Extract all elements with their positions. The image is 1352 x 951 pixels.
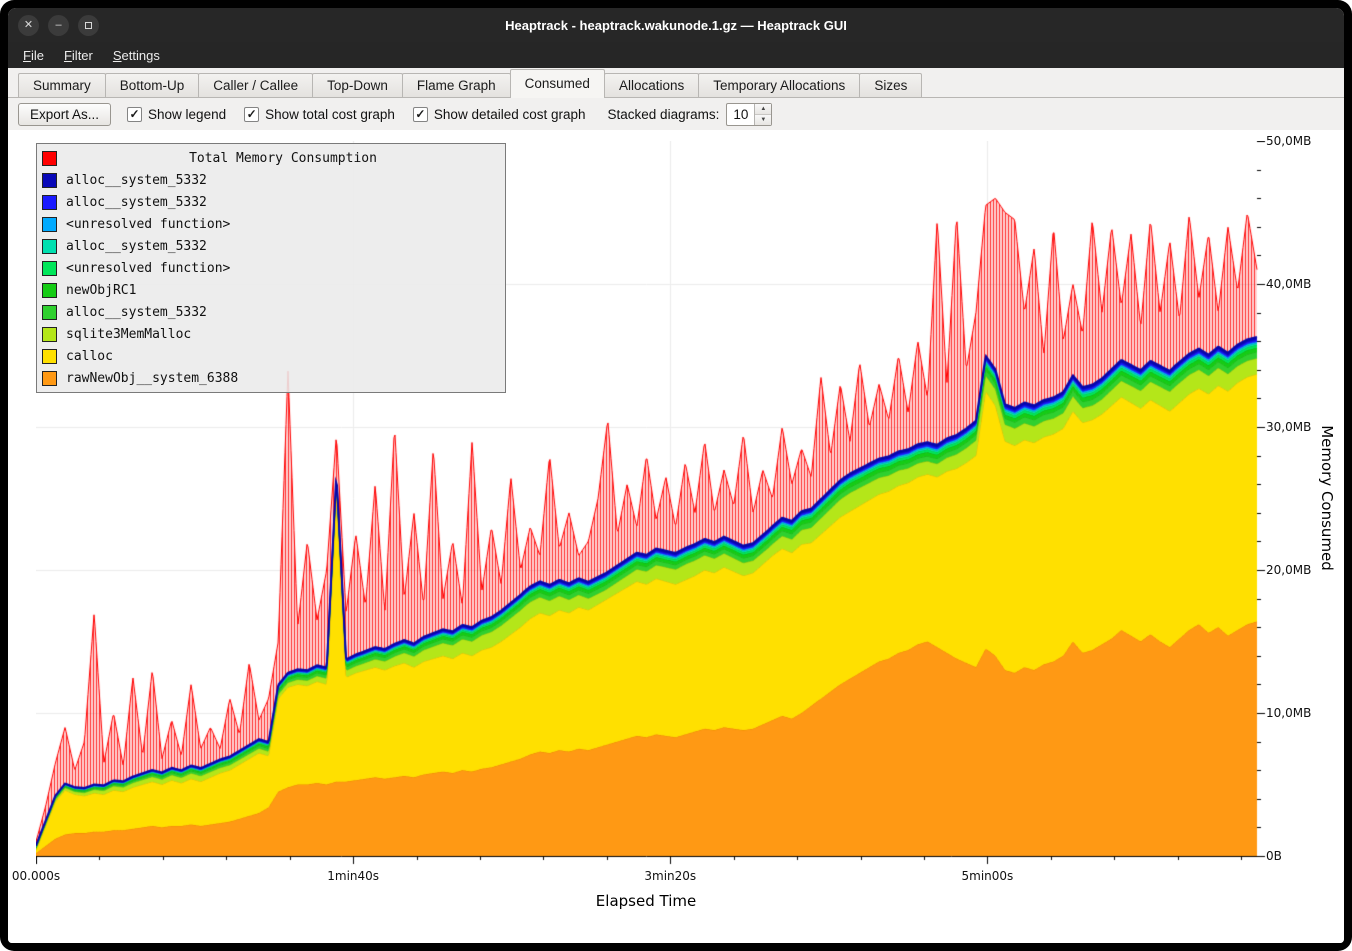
legend-title: Total Memory Consumption — [66, 151, 500, 166]
tab-bar: SummaryBottom-UpCaller / CalleeTop-DownF… — [8, 68, 1344, 98]
legend-label: newObjRC1 — [66, 283, 136, 298]
chart-legend: Total Memory Consumption alloc__system_53… — [36, 143, 506, 393]
y-tick-label: 40,0MB — [1266, 277, 1311, 291]
y-tick-label: 0B — [1266, 849, 1282, 863]
legend-label: alloc__system_5332 — [66, 173, 207, 188]
legend-label: sqlite3MemMalloc — [66, 327, 191, 342]
consumed-chart-panel: Total Memory Consumption alloc__system_53… — [8, 130, 1344, 943]
legend-item: alloc__system_5332 — [42, 169, 500, 191]
y-tick-label: 10,0MB — [1266, 706, 1311, 720]
legend-label: rawNewObj__system_6388 — [66, 371, 238, 386]
checkbox-label: Show legend — [148, 107, 226, 122]
x-tick-label: 00.000s — [12, 869, 60, 883]
spin-down-button[interactable]: ▼ — [755, 115, 771, 125]
legend-swatch — [42, 371, 57, 386]
legend-label: <unresolved function> — [66, 217, 230, 232]
tab-caller-callee[interactable]: Caller / Callee — [198, 73, 313, 98]
export-as-button[interactable]: Export As... — [18, 103, 111, 126]
legend-swatch — [42, 239, 57, 254]
menu-settings[interactable]: Settings — [104, 45, 169, 66]
legend-item: newObjRC1 — [42, 279, 500, 301]
checkbox-label: Show total cost graph — [265, 107, 395, 122]
tab-temporary-allocations[interactable]: Temporary Allocations — [698, 73, 860, 98]
toolbar: Export As... ✓ Show legend ✓ Show total cos… — [8, 98, 1344, 130]
legend-swatch — [42, 217, 57, 232]
title-bar: ✕– Heaptrack - heaptrack.wakunode.1.gz —… — [8, 8, 1344, 42]
checkbox-checked-icon[interactable]: ✓ — [127, 107, 142, 122]
maximize-icon — [85, 22, 92, 29]
legend-item: sqlite3MemMalloc — [42, 323, 500, 345]
checkbox-show-total-cost-graph[interactable]: ✓ Show total cost graph — [244, 107, 395, 122]
legend-label: calloc — [66, 349, 113, 364]
legend-item: alloc__system_5332 — [42, 235, 500, 257]
legend-item: <unresolved function> — [42, 213, 500, 235]
legend-item: alloc__system_5332 — [42, 191, 500, 213]
y-tick-label: 50,0MB — [1266, 134, 1311, 148]
legend-label: alloc__system_5332 — [66, 239, 207, 254]
menu-filter[interactable]: Filter — [55, 45, 102, 66]
close-icon: ✕ — [24, 20, 33, 31]
legend-swatch — [42, 261, 57, 276]
tab-summary[interactable]: Summary — [18, 73, 106, 98]
legend-label: alloc__system_5332 — [66, 195, 207, 210]
maximize-button[interactable] — [78, 15, 99, 36]
x-tick-label: 1min40s — [327, 869, 379, 883]
toolbar-checkboxes: ✓ Show legend ✓ Show total cost graph ✓ Show … — [127, 107, 586, 122]
menu-bar: FileFilterSettings — [8, 42, 1344, 68]
window-controls: ✕– — [18, 8, 99, 42]
checkbox-show-detailed-cost-graph[interactable]: ✓ Show detailed cost graph — [413, 107, 586, 122]
checkbox-checked-icon[interactable]: ✓ — [244, 107, 259, 122]
tab-allocations[interactable]: Allocations — [604, 73, 699, 98]
legend-label: alloc__system_5332 — [66, 305, 207, 320]
y-tick-label: 30,0MB — [1266, 420, 1311, 434]
tab-top-down[interactable]: Top-Down — [312, 73, 403, 98]
y-tick-label: 20,0MB — [1266, 563, 1311, 577]
legend-swatch — [42, 195, 57, 210]
stacked-diagrams-value[interactable]: 10 — [727, 104, 754, 125]
checkbox-label: Show detailed cost graph — [434, 107, 586, 122]
spin-buttons: ▲ ▼ — [754, 104, 771, 125]
y-axis-title: Memory Consumed — [1318, 425, 1336, 571]
legend-swatch — [42, 151, 57, 166]
spin-down-icon: ▼ — [760, 117, 766, 123]
stacked-diagrams-spinbox[interactable]: 10 ▲ ▼ — [726, 103, 772, 126]
legend-item: calloc — [42, 345, 500, 367]
tab-flame-graph[interactable]: Flame Graph — [402, 73, 511, 98]
legend-label: <unresolved function> — [66, 261, 230, 276]
x-tick-label: 3min20s — [644, 869, 696, 883]
stacked-diagrams-label: Stacked diagrams: — [608, 107, 720, 122]
legend-swatch — [42, 349, 57, 364]
legend-item: <unresolved function> — [42, 257, 500, 279]
close-button[interactable]: ✕ — [18, 15, 39, 36]
checkbox-checked-icon[interactable]: ✓ — [413, 107, 428, 122]
legend-item: alloc__system_5332 — [42, 301, 500, 323]
tab-consumed[interactable]: Consumed — [510, 69, 605, 98]
legend-item: rawNewObj__system_6388 — [42, 367, 500, 389]
screen-background: ✕– Heaptrack - heaptrack.wakunode.1.gz —… — [0, 0, 1352, 951]
spin-up-icon: ▲ — [760, 106, 766, 112]
minimize-button[interactable]: – — [48, 15, 69, 36]
tab-sizes[interactable]: Sizes — [859, 73, 922, 98]
stacked-diagrams-control: Stacked diagrams: 10 ▲ ▼ — [608, 103, 773, 126]
x-tick-label: 5min00s — [962, 869, 1014, 883]
legend-swatch — [42, 283, 57, 298]
x-axis-title: Elapsed Time — [596, 892, 696, 910]
tab-bottom-up[interactable]: Bottom-Up — [105, 73, 200, 98]
checkbox-show-legend[interactable]: ✓ Show legend — [127, 107, 226, 122]
legend-swatch — [42, 305, 57, 320]
app-window: ✕– Heaptrack - heaptrack.wakunode.1.gz —… — [8, 8, 1344, 943]
spin-up-button[interactable]: ▲ — [755, 104, 771, 115]
legend-swatch — [42, 327, 57, 342]
legend-swatch — [42, 173, 57, 188]
legend-title-row: Total Memory Consumption — [42, 147, 500, 169]
menu-file[interactable]: File — [14, 45, 53, 66]
window-title: Heaptrack - heaptrack.wakunode.1.gz — He… — [8, 18, 1344, 33]
minimize-icon: – — [55, 20, 61, 31]
